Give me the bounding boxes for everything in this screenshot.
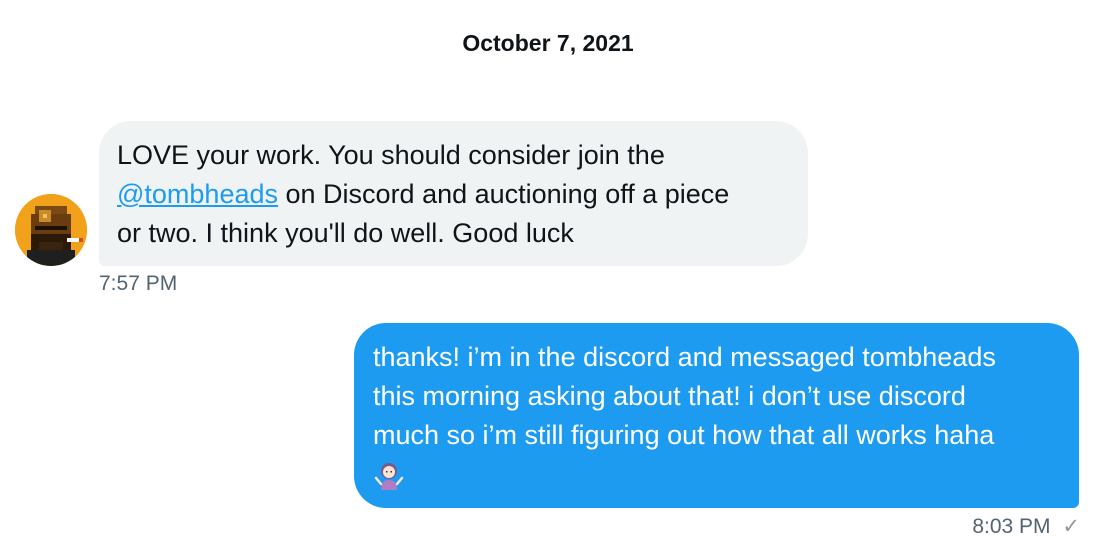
received-message-line-3: or two. I think you'll do well. Good luc… — [117, 218, 574, 248]
sent-message-line-2: this morning asking about that! i don’t … — [373, 381, 966, 411]
received-message-line-1: LOVE your work. You should consider join… — [117, 140, 665, 170]
sent-message-bubble[interactable]: thanks! i’m in the discord and messaged … — [354, 323, 1079, 508]
received-message-time: 7:57 PM — [99, 272, 178, 295]
sender-avatar[interactable] — [15, 194, 87, 266]
check-icon: ✓ — [1062, 515, 1080, 538]
received-message-bubble[interactable]: LOVE your work. You should consider join… — [99, 121, 808, 266]
received-message-line-2: on Discord and auctioning off a piece — [285, 179, 730, 209]
pixel-art-avatar-icon — [15, 194, 87, 266]
date-separator: October 7, 2021 — [462, 30, 634, 56]
mention-link[interactable]: @tombheads — [117, 179, 278, 209]
sent-message-meta: 8:03 PM ✓ — [972, 514, 1080, 539]
sent-message-line-3: much so i’m still figuring out how that … — [373, 420, 995, 450]
sent-message-time: 8:03 PM — [972, 515, 1051, 538]
sent-message-line-1: thanks! i’m in the discord and messaged … — [373, 342, 996, 372]
person-shrugging-emoji-icon — [374, 462, 404, 490]
